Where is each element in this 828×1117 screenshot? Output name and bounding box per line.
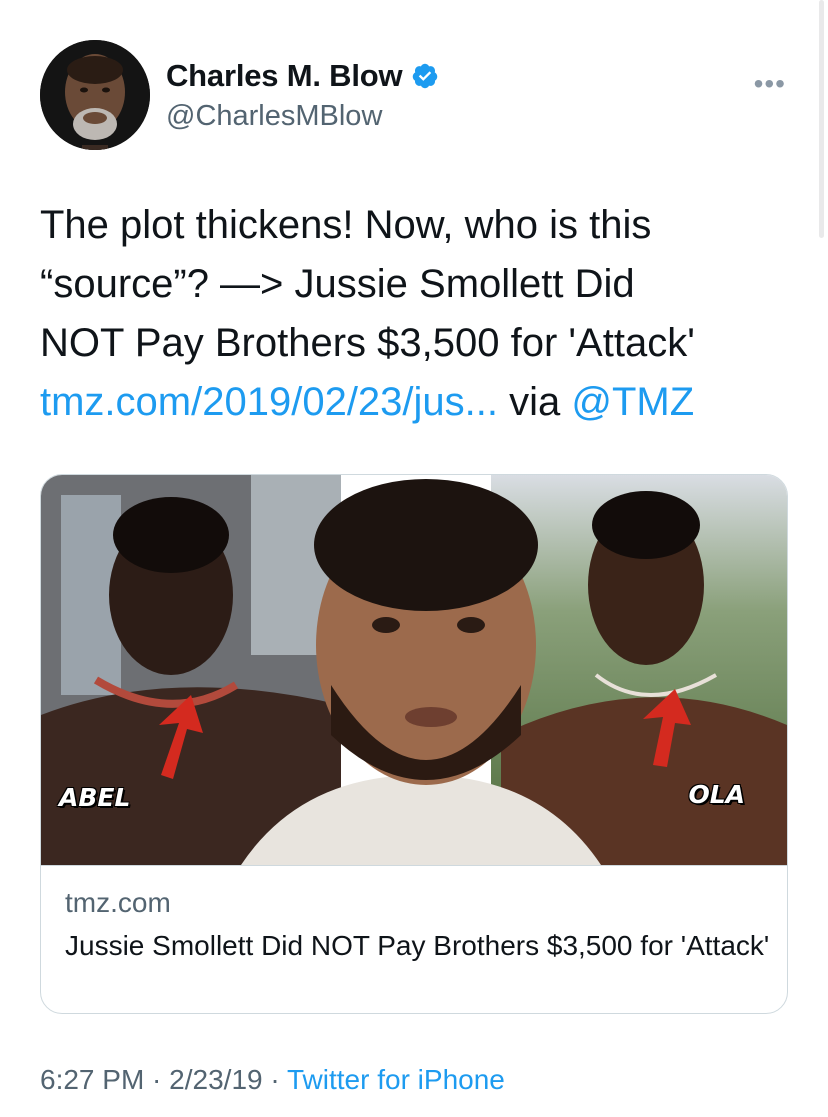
author-names: Charles M. Blow @CharlesMBlow: [166, 58, 439, 133]
tweet-text: The plot thickens! Now, who is this “sou…: [40, 196, 800, 432]
card-domain: tmz.com: [65, 887, 171, 918]
more-options-icon[interactable]: •••: [754, 68, 786, 100]
mention-link[interactable]: @TMZ: [571, 380, 694, 424]
tweet-footer: 6:27 PM · 2/23/19 · Twitter for iPhone: [40, 1064, 505, 1096]
name-row: Charles M. Blow: [166, 58, 439, 94]
tweet-text-line: The plot thickens! Now, who is this: [40, 203, 652, 247]
tweet-link[interactable]: tmz.com/2019/02/23/jus...: [40, 380, 498, 424]
footer-separator: ·: [262, 1064, 287, 1095]
image-label-left: ABEL: [59, 783, 131, 812]
tweet-text-line: “source”? —> Jussie Smollett Did: [40, 262, 635, 306]
tweet-link-line: tmz.com/2019/02/23/jus... via @TMZ: [40, 373, 800, 432]
avatar[interactable]: [40, 40, 150, 150]
card-photo: [41, 475, 787, 865]
via-text: via: [498, 380, 572, 424]
tweet-source[interactable]: Twitter for iPhone: [287, 1064, 505, 1095]
scrollbar[interactable]: [819, 0, 824, 238]
image-label-right: OLA: [688, 780, 745, 809]
card-title: Jussie Smollett Did NOT Pay Brothers $3,…: [65, 930, 770, 961]
verified-badge-icon: [413, 63, 438, 89]
handle[interactable]: @CharlesMBlow: [166, 100, 439, 133]
tweet-text-line: NOT Pay Brothers $3,500 for 'Attack': [40, 321, 695, 365]
footer-separator: ·: [144, 1064, 170, 1095]
tweet-date[interactable]: 2/23/19: [169, 1064, 262, 1095]
tweet-time[interactable]: 6:27 PM: [40, 1064, 144, 1095]
link-card[interactable]: ABEL OLA tmz.com Jussie Smollett Did NOT…: [40, 474, 788, 1014]
tweet-header: Charles M. Blow @CharlesMBlow •••: [40, 40, 788, 152]
card-image[interactable]: ABEL OLA: [41, 475, 787, 866]
display-name[interactable]: Charles M. Blow: [166, 58, 403, 94]
